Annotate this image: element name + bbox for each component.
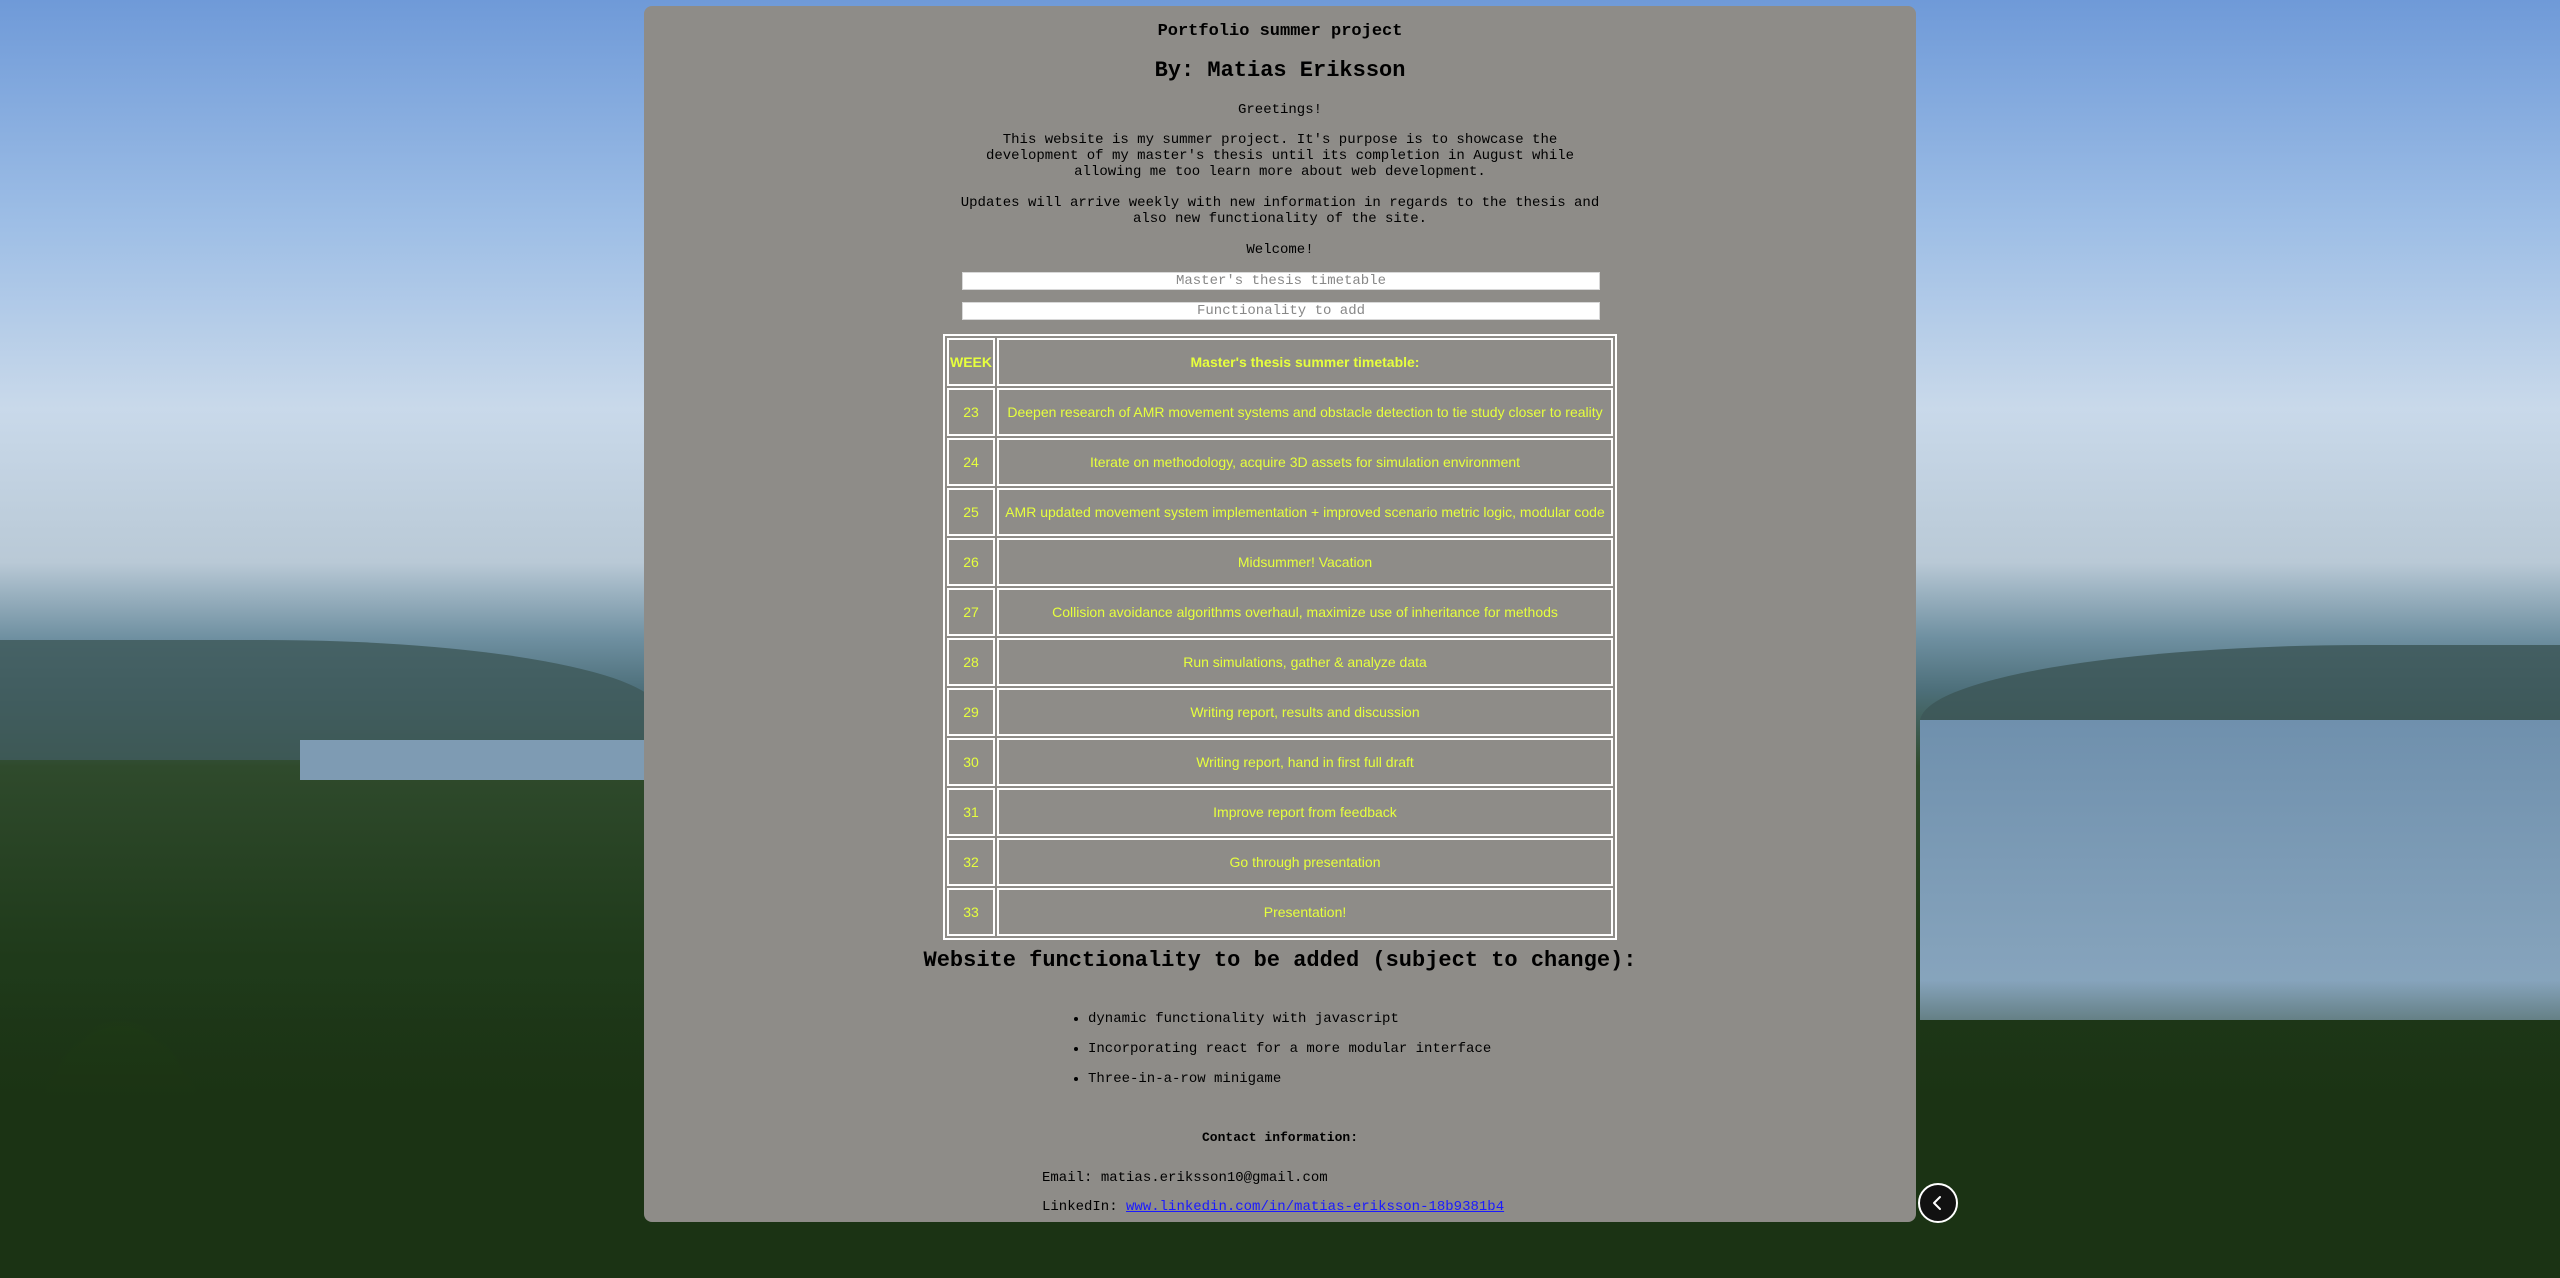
table-row: 32 Go through presentation bbox=[947, 838, 1613, 886]
table-row: 23 Deepen research of AMR movement system… bbox=[947, 388, 1613, 436]
task-cell: Deepen research of AMR movement systems … bbox=[997, 388, 1613, 436]
functionality-heading: Website functionality to be added (subje… bbox=[923, 948, 1637, 973]
task-cell: Run simulations, gather & analyze data bbox=[997, 638, 1613, 686]
week-cell: 33 bbox=[947, 888, 995, 936]
task-cell: Writing report, results and discussion bbox=[997, 688, 1613, 736]
task-cell: Presentation! bbox=[997, 888, 1613, 936]
week-cell: 32 bbox=[947, 838, 995, 886]
table-row: 25 AMR updated movement system implementa… bbox=[947, 488, 1613, 536]
week-cell: 24 bbox=[947, 438, 995, 486]
timetable-toggle-button[interactable]: Master's thesis timetable bbox=[962, 272, 1600, 290]
week-cell: 25 bbox=[947, 488, 995, 536]
task-cell: AMR updated movement system implementati… bbox=[997, 488, 1613, 536]
week-cell: 27 bbox=[947, 588, 995, 636]
list-item: Incorporating react for a more modular i… bbox=[1088, 1040, 1491, 1058]
contact-email: Email: matias.eriksson10@gmail.com bbox=[1042, 1170, 1328, 1186]
intro-paragraph: This website is my summer project. It's … bbox=[985, 132, 1575, 180]
functionality-list: dynamic functionality with javascript In… bbox=[1068, 1010, 1491, 1100]
page-title: By: Matias Eriksson bbox=[1154, 58, 1406, 83]
email-value: matias.eriksson10@gmail.com bbox=[1100, 1170, 1328, 1186]
contact-heading: Contact information: bbox=[1201, 1130, 1359, 1145]
week-cell: 26 bbox=[947, 538, 995, 586]
header-week: WEEK bbox=[947, 338, 995, 386]
table-row: 24 Iterate on methodology, acquire 3D ass… bbox=[947, 438, 1613, 486]
contact-linkedin: LinkedIn: www.linkedin.com/in/matias-eri… bbox=[1042, 1199, 1504, 1215]
week-cell: 28 bbox=[947, 638, 995, 686]
back-button[interactable] bbox=[1918, 1183, 1958, 1223]
table-row: 31 Improve report from feedback bbox=[947, 788, 1613, 836]
content-panel: Portfolio summer project By: Matias Erik… bbox=[644, 6, 1916, 1222]
list-item: Three-in-a-row minigame bbox=[1088, 1070, 1491, 1088]
greeting-text: Greetings! bbox=[1237, 102, 1322, 118]
linkedin-link[interactable]: www.linkedin.com/in/matias-eriksson-18b9… bbox=[1126, 1199, 1504, 1215]
page-subtitle: Portfolio summer project bbox=[1157, 22, 1403, 41]
table-row: 27 Collision avoidance algorithms overhau… bbox=[947, 588, 1613, 636]
table-row: 26 Midsummer! Vacation bbox=[947, 538, 1613, 586]
task-cell: Writing report, hand in first full draft bbox=[997, 738, 1613, 786]
task-cell: Improve report from feedback bbox=[997, 788, 1613, 836]
linkedin-label: LinkedIn: bbox=[1042, 1199, 1118, 1215]
table-row: 28 Run simulations, gather & analyze data bbox=[947, 638, 1613, 686]
table-row: 29 Writing report, results and discussion bbox=[947, 688, 1613, 736]
table-header-row: WEEK Master's thesis summer timetable: bbox=[947, 338, 1613, 386]
background-hills-left bbox=[0, 640, 660, 760]
list-item: dynamic functionality with javascript bbox=[1088, 1010, 1491, 1028]
background-lake-left bbox=[300, 740, 660, 780]
task-cell: Iterate on methodology, acquire 3D asset… bbox=[997, 438, 1613, 486]
background-lake-right bbox=[1920, 720, 2560, 1020]
week-cell: 29 bbox=[947, 688, 995, 736]
task-cell: Collision avoidance algorithms overhaul,… bbox=[997, 588, 1613, 636]
table-row: 30 Writing report, hand in first full dra… bbox=[947, 738, 1613, 786]
task-cell: Midsummer! Vacation bbox=[997, 538, 1613, 586]
week-cell: 31 bbox=[947, 788, 995, 836]
task-cell: Go through presentation bbox=[997, 838, 1613, 886]
email-label: Email: bbox=[1042, 1170, 1093, 1186]
week-cell: 30 bbox=[947, 738, 995, 786]
background-hills-right bbox=[1920, 645, 2560, 755]
functionality-toggle-button[interactable]: Functionality to add bbox=[962, 302, 1600, 320]
table-row: 33 Presentation! bbox=[947, 888, 1613, 936]
week-cell: 23 bbox=[947, 388, 995, 436]
thesis-timetable: WEEK Master's thesis summer timetable: 2… bbox=[943, 334, 1617, 940]
welcome-text: Welcome! bbox=[1246, 242, 1314, 258]
updates-paragraph: Updates will arrive weekly with new info… bbox=[960, 195, 1600, 227]
chevron-left-icon bbox=[1933, 1196, 1941, 1210]
header-title: Master's thesis summer timetable: bbox=[997, 338, 1613, 386]
